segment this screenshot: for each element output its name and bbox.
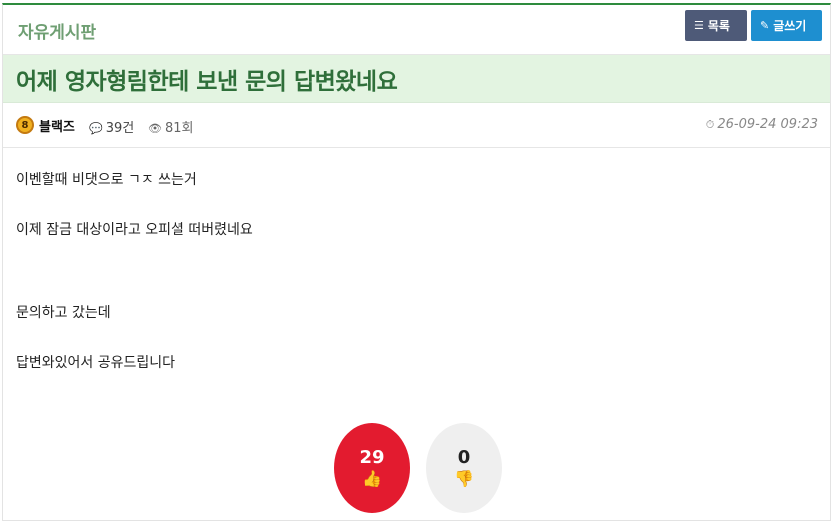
comment-count-value: 39건 (105, 121, 135, 136)
post-date-value: 26-09-24 09:23 (717, 117, 818, 132)
downvote-button[interactable]: 0 👎 (426, 423, 502, 513)
list-button-label: 목록 (707, 19, 730, 33)
eye-icon: 👁 (148, 122, 162, 135)
vote-group: 29 👍 0 👎 (333, 423, 503, 513)
post-body: 이벤할때 비댓으로 ㄱㅈ 쓰는거 이제 잠금 대상이라고 오피셜 떠버렸네요 문… (3, 148, 830, 373)
list-icon: ☰ (694, 19, 704, 32)
list-button[interactable]: ☰ 목록 (685, 10, 747, 41)
comment-icon: 💬 (89, 122, 103, 135)
write-button-label: 글쓰기 (773, 19, 807, 33)
level-badge: 8 (16, 116, 34, 134)
post-meta: 8 블랙즈 💬 39건 👁 81회 ⏱ 26-09-24 09:23 (3, 103, 830, 148)
thumbs-up-icon: 👍 (362, 469, 382, 488)
body-line: 이제 잠금 대상이라고 오피셜 떠버렸네요 (16, 222, 253, 238)
body-line: 문의하고 갔는데 (16, 305, 111, 321)
author-name[interactable]: 블랙즈 (39, 116, 75, 135)
post-date: ⏱ 26-09-24 09:23 (706, 117, 818, 132)
clock-icon: ⏱ (705, 118, 715, 131)
upvote-count: 29 (359, 447, 385, 468)
view-count: 👁 81회 (148, 117, 193, 136)
view-count-value: 81회 (164, 121, 194, 136)
post-title: 어제 영자형림한테 보낸 문의 답변왔네요 (16, 68, 398, 95)
body-line: 이벤할때 비댓으로 ㄱㅈ 쓰는거 (16, 172, 197, 188)
thumbs-down-icon: 👎 (454, 469, 474, 488)
pencil-icon: ✎ (760, 19, 770, 32)
write-button[interactable]: ✎ 글쓰기 (751, 10, 822, 41)
upvote-button[interactable]: 29 👍 (334, 423, 410, 513)
title-bar: 어제 영자형림한테 보낸 문의 답변왔네요 (3, 55, 830, 103)
board-header: 자유게시판 ☰ 목록 ✎ 글쓰기 (3, 5, 830, 55)
body-line: 답변와있어서 공유드립니다 (16, 355, 176, 371)
comment-count: 💬 39건 (89, 117, 134, 136)
downvote-count: 0 (457, 447, 471, 468)
post-view: 자유게시판 ☰ 목록 ✎ 글쓰기 어제 영자형림한테 보낸 문의 답변왔네요 8… (2, 3, 831, 521)
board-name[interactable]: 자유게시판 (18, 18, 96, 43)
